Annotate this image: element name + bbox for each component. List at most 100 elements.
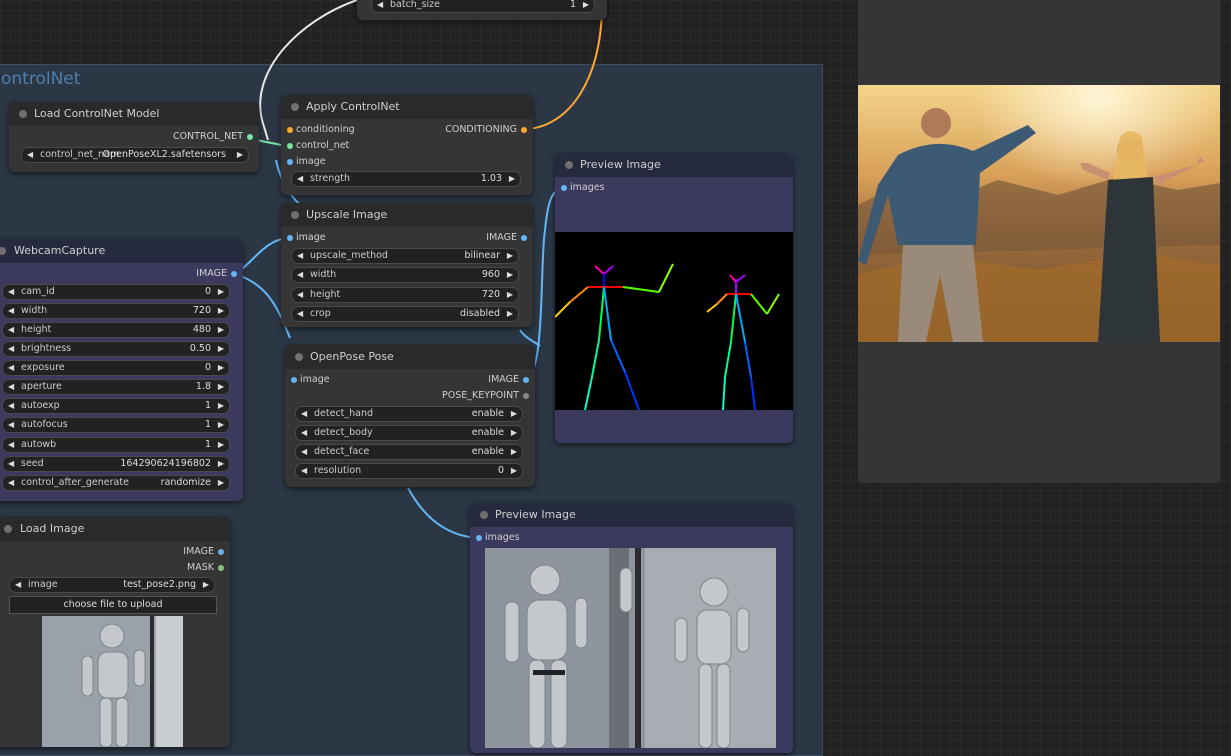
arrow-right-icon[interactable]: ▶	[218, 438, 224, 452]
arrow-right-icon[interactable]: ▶	[507, 268, 513, 282]
arrow-right-icon[interactable]: ▶	[507, 249, 513, 263]
node-header[interactable]: Apply ControlNet	[281, 95, 533, 119]
upscale-method-widget[interactable]: ◀ upscale_method bilinear ▶	[291, 248, 519, 264]
arrow-left-icon[interactable]: ◀	[297, 172, 303, 186]
output-image[interactable]: IMAGE	[183, 545, 224, 559]
arrow-left-icon[interactable]: ◀	[8, 285, 14, 299]
node-header[interactable]: Upscale Image	[281, 203, 533, 227]
resolution-widget[interactable]: ◀ resolution 0 ▶	[295, 463, 523, 479]
output-image[interactable]: IMAGE	[486, 231, 527, 245]
slot-dot[interactable]	[287, 159, 293, 165]
input-conditioning[interactable]: conditioning	[287, 123, 355, 137]
slot-dot[interactable]	[476, 535, 482, 541]
arrow-left-icon[interactable]: ◀	[301, 464, 307, 478]
arrow-right-icon[interactable]: ▶	[218, 342, 224, 356]
control-after-generate-widget[interactable]: ◀ control_after_generate randomize ▶	[2, 475, 230, 491]
arrow-right-icon[interactable]: ▶	[511, 407, 517, 421]
arrow-right-icon[interactable]: ▶	[507, 288, 513, 302]
apply-controlnet-node[interactable]: Apply ControlNet conditioning control_ne…	[281, 95, 533, 195]
seed-widget[interactable]: ◀ seed 164290624196802 ▶	[2, 456, 230, 472]
exposure-widget[interactable]: ◀ exposure 0 ▶	[2, 360, 230, 376]
arrow-right-icon[interactable]: ▶	[509, 172, 515, 186]
node-collapse-dot-icon[interactable]	[291, 211, 299, 219]
node-collapse-dot-icon[interactable]	[480, 511, 488, 519]
output-pose-keypoint[interactable]: POSE_KEYPOINT	[442, 389, 529, 403]
upload-button[interactable]: choose file to upload	[9, 596, 217, 614]
arrow-right-icon[interactable]: ▶	[218, 380, 224, 394]
input-images[interactable]: images	[561, 181, 605, 195]
openpose-pose-node[interactable]: OpenPose Pose image IMAGE POSE_KEYPOINT …	[285, 345, 535, 487]
brightness-widget[interactable]: ◀ brightness 0.50 ▶	[2, 341, 230, 357]
crop-widget[interactable]: ◀ crop disabled ▶	[291, 306, 519, 322]
node-header[interactable]: WebcamCapture	[0, 239, 243, 263]
arrow-left-icon[interactable]: ◀	[8, 304, 14, 318]
arrow-left-icon[interactable]: ◀	[8, 399, 14, 413]
detect-hand-widget[interactable]: ◀ detect_hand enable ▶	[295, 406, 523, 422]
node-collapse-dot-icon[interactable]	[4, 525, 12, 533]
arrow-left-icon[interactable]: ◀	[8, 323, 14, 337]
arrow-right-icon[interactable]: ▶	[218, 399, 224, 413]
input-images[interactable]: images	[476, 531, 520, 545]
arrow-left-icon[interactable]: ◀	[297, 268, 303, 282]
slot-dot[interactable]	[561, 185, 567, 191]
arrow-right-icon[interactable]: ▶	[218, 285, 224, 299]
slot-dot[interactable]	[521, 235, 527, 241]
arrow-right-icon[interactable]: ▶	[583, 0, 589, 12]
slot-dot[interactable]	[291, 377, 297, 383]
arrow-left-icon[interactable]: ◀	[297, 307, 303, 321]
input-control-net[interactable]: control_net	[287, 139, 349, 153]
arrow-left-icon[interactable]: ◀	[8, 342, 14, 356]
slot-dot[interactable]	[523, 393, 529, 399]
image-select-widget[interactable]: ◀ image test_pose2.png ▶	[9, 577, 215, 593]
arrow-left-icon[interactable]: ◀	[8, 438, 14, 452]
strength-widget[interactable]: ◀ strength 1.03 ▶	[291, 171, 521, 187]
preview-image-node-pose[interactable]: Preview Image images	[555, 153, 793, 443]
arrow-right-icon[interactable]: ▶	[203, 578, 209, 592]
arrow-left-icon[interactable]: ◀	[15, 578, 21, 592]
arrow-left-icon[interactable]: ◀	[301, 426, 307, 440]
input-image[interactable]: image	[287, 231, 326, 245]
width-widget[interactable]: ◀ width 720 ▶	[2, 303, 230, 319]
arrow-right-icon[interactable]: ▶	[218, 476, 224, 490]
arrow-left-icon[interactable]: ◀	[301, 407, 307, 421]
arrow-left-icon[interactable]: ◀	[27, 148, 33, 162]
arrow-left-icon[interactable]: ◀	[8, 457, 14, 471]
slot-dot[interactable]	[287, 235, 293, 241]
arrow-left-icon[interactable]: ◀	[8, 380, 14, 394]
cam-id-widget[interactable]: ◀ cam_id 0 ▶	[2, 284, 230, 300]
arrow-right-icon[interactable]: ▶	[218, 304, 224, 318]
node-collapse-dot-icon[interactable]	[291, 103, 299, 111]
node-collapse-dot-icon[interactable]	[0, 247, 6, 255]
autofocus-widget[interactable]: ◀ autofocus 1 ▶	[2, 417, 230, 433]
node-collapse-dot-icon[interactable]	[19, 110, 27, 118]
slot-dot[interactable]	[247, 134, 253, 140]
autowb-widget[interactable]: ◀ autowb 1 ▶	[2, 437, 230, 453]
webcam-capture-node[interactable]: WebcamCapture IMAGE ◀ cam_id 0 ▶ ◀ width…	[0, 239, 243, 501]
input-image[interactable]: image	[287, 155, 326, 169]
aperture-widget[interactable]: ◀ aperture 1.8 ▶	[2, 379, 230, 395]
input-image[interactable]: image	[291, 373, 330, 387]
height-widget[interactable]: ◀ height 480 ▶	[2, 322, 230, 338]
slot-dot[interactable]	[218, 565, 224, 571]
arrow-right-icon[interactable]: ▶	[511, 445, 517, 459]
slot-dot[interactable]	[523, 377, 529, 383]
arrow-right-icon[interactable]: ▶	[218, 418, 224, 432]
arrow-left-icon[interactable]: ◀	[8, 476, 14, 490]
preview-image-node-source[interactable]: Preview Image images	[470, 503, 793, 753]
node-header[interactable]: Preview Image	[470, 503, 793, 527]
autoexp-widget[interactable]: ◀ autoexp 1 ▶	[2, 398, 230, 414]
node-collapse-dot-icon[interactable]	[565, 161, 573, 169]
node-header[interactable]: Load Image	[0, 517, 230, 541]
arrow-left-icon[interactable]: ◀	[8, 418, 14, 432]
arrow-right-icon[interactable]: ▶	[218, 323, 224, 337]
arrow-right-icon[interactable]: ▶	[511, 464, 517, 478]
arrow-right-icon[interactable]: ▶	[511, 426, 517, 440]
arrow-left-icon[interactable]: ◀	[8, 361, 14, 375]
load-controlnet-node[interactable]: Load ControlNet Model CONTROL_NET ◀ cont…	[9, 102, 259, 172]
arrow-right-icon[interactable]: ▶	[218, 361, 224, 375]
control-net-name-widget[interactable]: ◀ control_net_nam OpenPoseXL2.safetensor…	[21, 147, 249, 163]
slot-dot[interactable]	[218, 549, 224, 555]
batch-node[interactable]: ◀ batch_size 1 ▶	[357, 0, 607, 20]
detect-body-widget[interactable]: ◀ detect_body enable ▶	[295, 425, 523, 441]
output-image[interactable]: IMAGE	[488, 373, 529, 387]
